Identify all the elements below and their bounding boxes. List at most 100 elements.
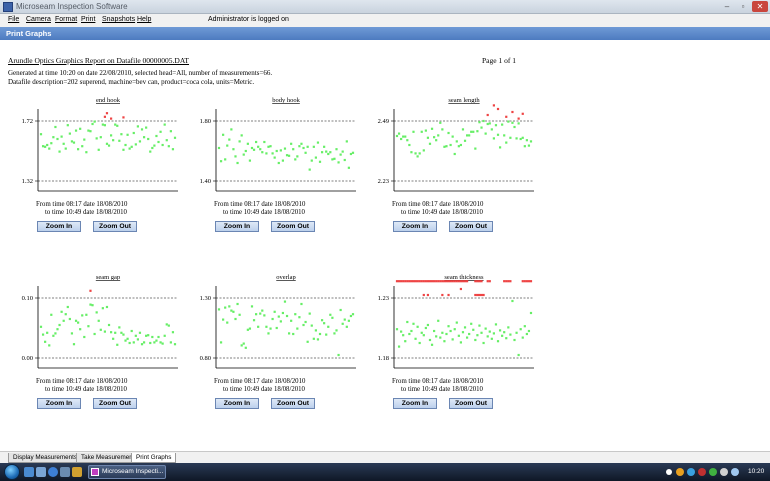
data-point [109, 331, 113, 334]
maximize-button[interactable]: ▫ [736, 1, 750, 12]
data-point [290, 319, 293, 322]
to-time-label: to time 10:49 date 18/08/2010 [45, 209, 127, 216]
zoom-out-button[interactable]: Zoom Out [449, 221, 493, 232]
data-point [134, 334, 137, 337]
data-point [60, 135, 63, 138]
data-point [116, 343, 119, 346]
data-point [341, 322, 344, 325]
data-point [279, 149, 282, 152]
data-point [476, 334, 479, 337]
zoom-out-button[interactable]: Zoom Out [93, 221, 137, 232]
data-point [314, 156, 317, 159]
tray-update-icon[interactable] [709, 468, 717, 476]
data-point [267, 145, 270, 148]
zoom-in-button[interactable]: Zoom In [37, 221, 81, 232]
taskbar-app-button[interactable]: Microseam Inspecti... [88, 465, 166, 479]
outlier-point [441, 293, 444, 297]
menu-snapshots[interactable]: Snapshots [102, 16, 135, 23]
start-button[interactable] [4, 464, 20, 480]
tray-security-icon[interactable] [676, 468, 684, 476]
zoom-out-button[interactable]: Zoom Out [93, 398, 137, 409]
menu-print[interactable]: Print [81, 16, 95, 23]
tab-display-measurements[interactable]: Display Measurements [8, 453, 83, 463]
zoom-in-button[interactable]: Zoom In [215, 398, 259, 409]
outlier-point [441, 280, 444, 283]
zoom-in-button[interactable]: Zoom In [37, 398, 81, 409]
data-point [136, 125, 139, 128]
data-point [72, 141, 76, 144]
data-point [283, 300, 287, 303]
tray-alert-icon[interactable] [698, 468, 706, 476]
data-point [145, 334, 148, 337]
data-point [157, 140, 160, 144]
section-header: Print Graphs [0, 27, 770, 40]
data-point [265, 325, 268, 328]
login-status: Administrator is logged on [208, 16, 289, 23]
menu-camera[interactable]: Camera [26, 16, 51, 23]
data-point [300, 142, 303, 145]
data-point [339, 153, 342, 156]
menu-help[interactable]: Help [137, 16, 151, 23]
close-button[interactable]: ✕ [752, 1, 768, 12]
data-point [99, 136, 102, 139]
zoom-in-button[interactable]: Zoom In [393, 398, 437, 409]
data-point [410, 151, 413, 154]
tray-chevron-icon[interactable] [666, 469, 672, 475]
data-point [422, 334, 425, 337]
quicklaunch-media-icon[interactable] [60, 467, 70, 477]
data-point [525, 139, 528, 142]
tray-display-icon[interactable] [720, 468, 728, 476]
title-bar: Microseam Inspection Software – ▫ ✕ [0, 0, 770, 14]
data-point [482, 119, 485, 123]
data-point [39, 133, 43, 136]
datafile-description: Datafile description=202 superend, machi… [8, 78, 255, 86]
zoom-out-button[interactable]: Zoom Out [449, 398, 493, 409]
data-point [418, 341, 421, 345]
tray-network-icon[interactable] [687, 468, 695, 476]
data-point [414, 337, 417, 340]
data-point [306, 340, 309, 343]
data-point [424, 129, 427, 132]
data-point [333, 332, 336, 335]
data-point [312, 145, 315, 148]
quicklaunch-browser-icon[interactable] [48, 467, 58, 477]
chart-svg: overlap 1.30 0.80 [200, 274, 356, 369]
chart-svg: seam gap 0.10 0.00 [22, 274, 178, 369]
zoom-out-button[interactable]: Zoom Out [271, 398, 315, 409]
data-point [138, 331, 142, 334]
data-point [138, 140, 142, 143]
outlier-point [486, 113, 489, 117]
data-point [140, 343, 144, 346]
zoom-in-button[interactable]: Zoom In [393, 221, 437, 232]
upper-limit-label: 1.23 [378, 295, 389, 302]
zoom-in-button[interactable]: Zoom In [215, 221, 259, 232]
data-point [285, 154, 289, 157]
data-point [447, 131, 450, 135]
zoom-out-button[interactable]: Zoom Out [271, 221, 315, 232]
quicklaunch-desktop-icon[interactable] [24, 467, 34, 477]
tray-volume-icon[interactable] [731, 468, 739, 476]
minimize-button[interactable]: – [720, 1, 734, 12]
menu-file[interactable]: File [8, 16, 19, 23]
data-point [54, 332, 57, 335]
data-point [449, 143, 452, 147]
upper-limit-label: 2.49 [378, 118, 389, 125]
data-point [484, 132, 487, 135]
data-point [351, 313, 355, 316]
data-point [287, 154, 291, 157]
menu-format[interactable]: Format [55, 16, 77, 23]
data-point [503, 331, 506, 334]
data-point [430, 343, 434, 346]
quicklaunch-app-icon[interactable] [72, 467, 82, 477]
outlier-point [412, 280, 415, 283]
data-point [511, 121, 514, 124]
data-point [130, 145, 133, 148]
outlier-point [397, 280, 401, 283]
data-point [418, 152, 421, 155]
tab-print-graphs[interactable]: Print Graphs [131, 453, 177, 463]
data-point [101, 307, 104, 310]
quicklaunch-folder-icon[interactable] [36, 467, 46, 477]
data-point [70, 332, 74, 335]
data-point [87, 129, 90, 132]
data-point [246, 142, 249, 145]
